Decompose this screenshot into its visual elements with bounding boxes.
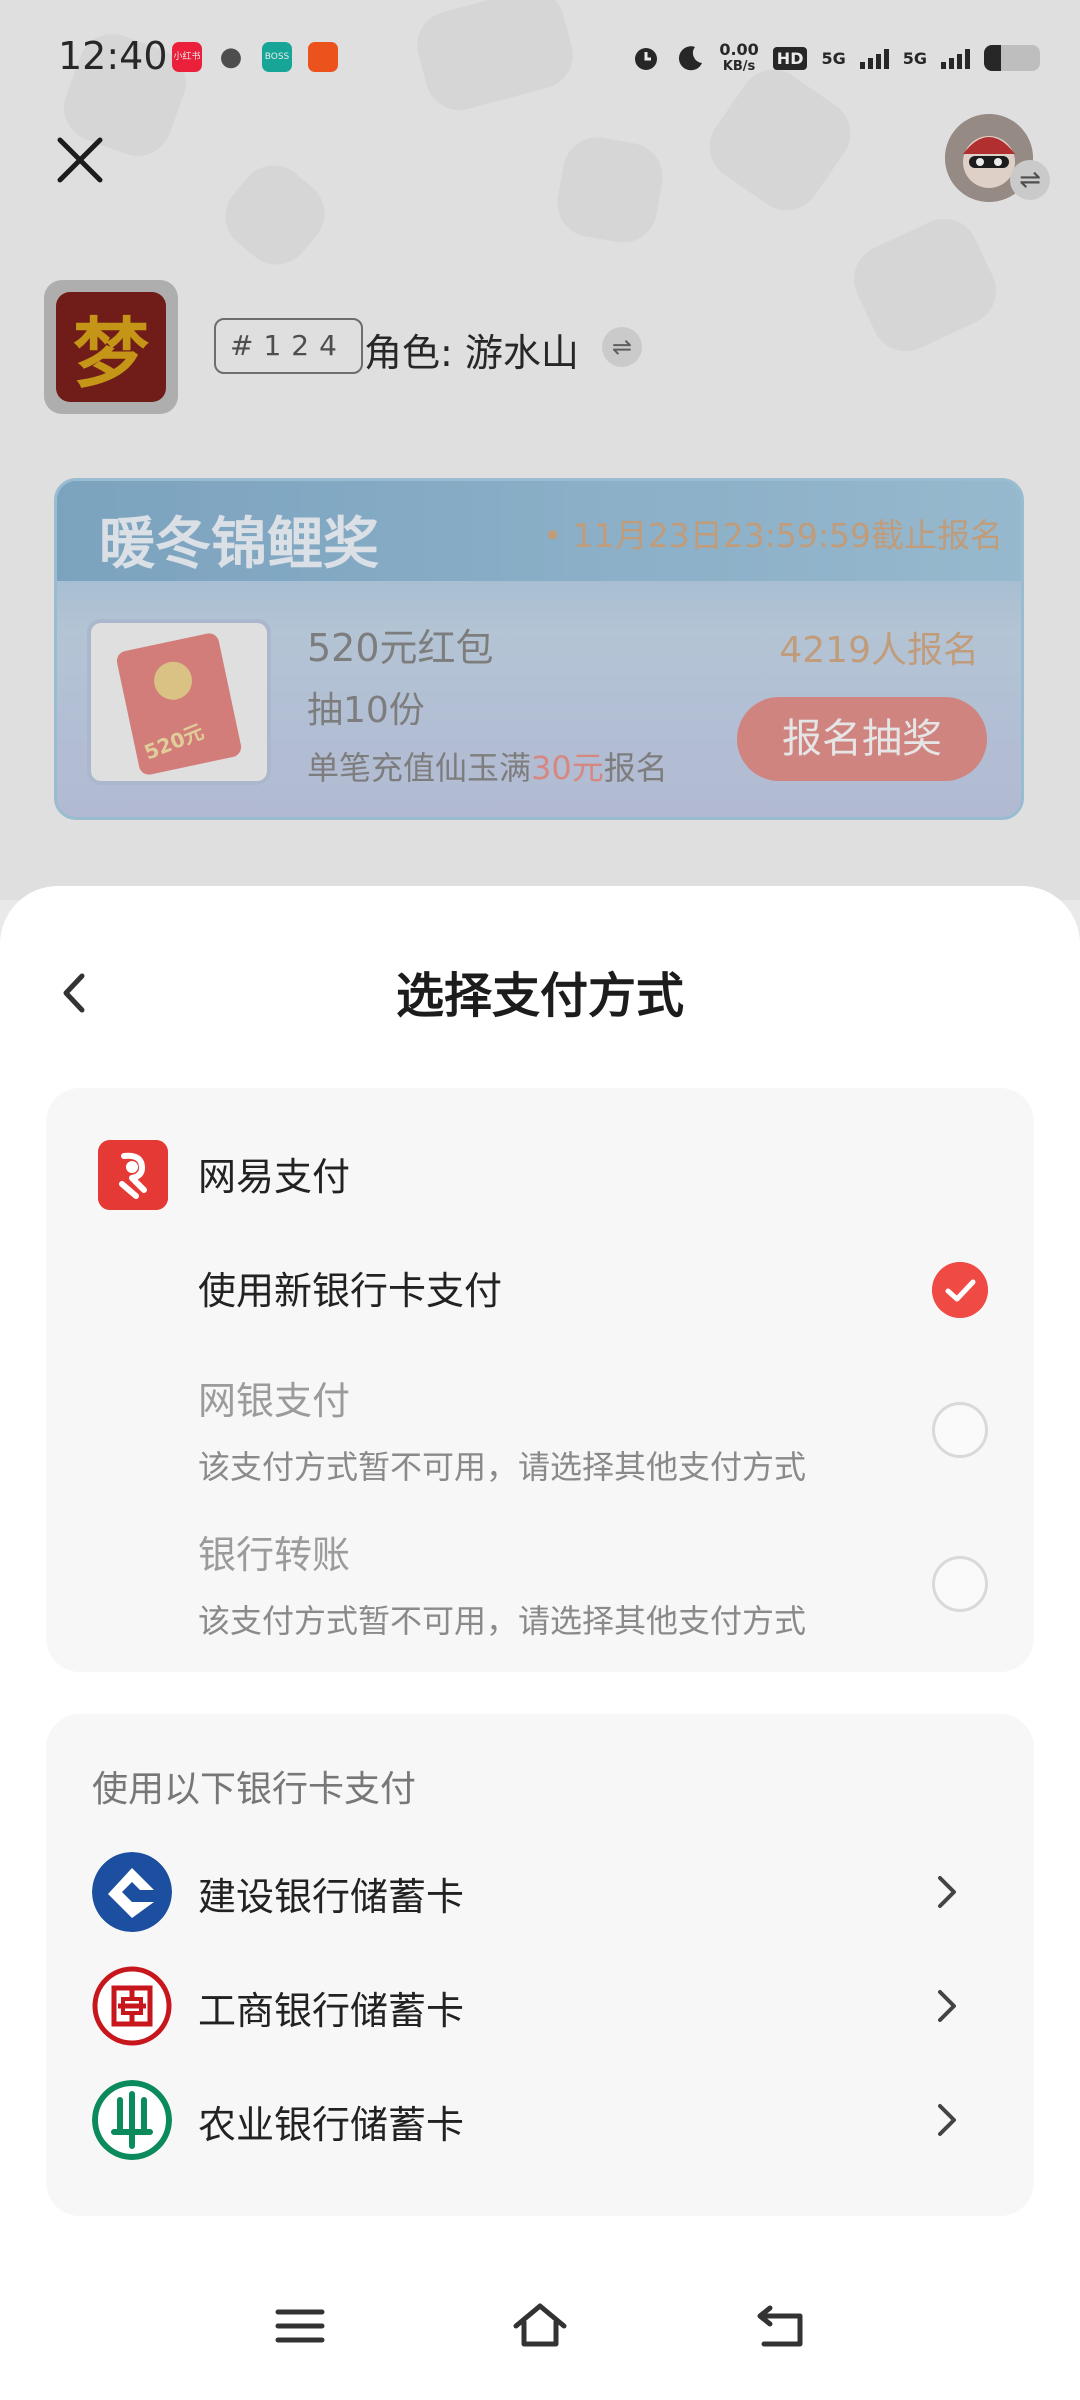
bank-row-icbc[interactable]: 工商银行储蓄卡 xyxy=(46,1954,1034,2054)
sheet-title: 选择支付方式 xyxy=(395,968,684,1024)
bank-name: 农业银行储蓄卡 xyxy=(198,2103,465,2147)
payment-method-sheet: 选择支付方式 网易支付 使用新银行卡支付 网银支付 该支付方式暂不可用，请选择其… xyxy=(0,886,1080,2400)
option-netbank-radio[interactable] xyxy=(932,1402,988,1458)
home-icon[interactable] xyxy=(510,2296,570,2356)
option-netbank-title[interactable]: 网银支付 xyxy=(198,1370,350,1425)
bank-row-abc[interactable]: 农业银行储蓄卡 xyxy=(46,2068,1034,2168)
option-netbank-subtitle: 该支付方式暂不可用，请选择其他支付方式 xyxy=(198,1448,807,1486)
abc-logo-icon xyxy=(92,2080,172,2160)
option-new-card-radio-checked-icon[interactable] xyxy=(932,1262,988,1318)
option-bank-transfer-subtitle: 该支付方式暂不可用，请选择其他支付方式 xyxy=(198,1602,807,1640)
icbc-logo-icon xyxy=(92,1966,172,2046)
option-bank-transfer-title[interactable]: 银行转账 xyxy=(198,1524,350,1579)
system-nav-bar xyxy=(0,2260,1080,2400)
chevron-right-icon xyxy=(938,2104,956,2136)
background-page: 12:40 小红书 ● BOSS 0.00 KB/s HD 5G 5G ⇌ 梦 … xyxy=(0,0,1080,900)
chevron-right-icon xyxy=(938,1990,956,2022)
ccb-logo-icon xyxy=(92,1852,172,1932)
bank-section-title: 使用以下银行卡支付 xyxy=(92,1769,417,1810)
netease-pay-icon xyxy=(98,1140,168,1210)
bank-card-list: 使用以下银行卡支付 建设银行储蓄卡 工商银行储蓄卡 农业银行储蓄卡 xyxy=(46,1714,1034,2216)
back-nav-icon[interactable] xyxy=(750,2296,810,2356)
option-new-card-title[interactable]: 使用新银行卡支付 xyxy=(198,1260,502,1315)
provider-name: 网易支付 xyxy=(198,1155,351,1199)
menu-icon[interactable] xyxy=(270,2296,330,2356)
chevron-right-icon xyxy=(938,1876,956,1908)
bank-row-ccb[interactable]: 建设银行储蓄卡 xyxy=(46,1840,1034,1940)
netease-pay-card: 网易支付 使用新银行卡支付 网银支付 该支付方式暂不可用，请选择其他支付方式 银… xyxy=(46,1088,1034,1672)
option-bank-transfer-radio[interactable] xyxy=(932,1556,988,1612)
bank-name: 建设银行储蓄卡 xyxy=(198,1875,465,1919)
modal-overlay[interactable] xyxy=(0,0,1080,900)
bank-name: 工商银行储蓄卡 xyxy=(198,1989,465,2033)
